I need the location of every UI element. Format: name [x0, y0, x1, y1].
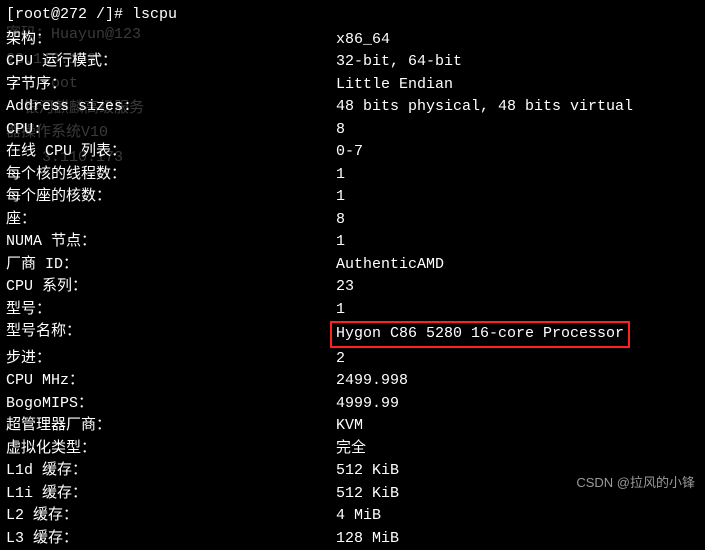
row-value: 8: [336, 119, 699, 142]
row-value: 1: [336, 164, 699, 187]
row-label: 虚拟化类型：: [6, 438, 336, 461]
output-row: 在线 CPU 列表：0-7: [6, 141, 699, 164]
row-value: 2: [336, 348, 699, 371]
row-label: BogoMIPS：: [6, 393, 336, 416]
output-row: CPU:8: [6, 119, 699, 142]
row-value: 32-bit, 64-bit: [336, 51, 699, 74]
output-row: CPU 运行模式：32-bit, 64-bit: [6, 51, 699, 74]
row-label: L1i 缓存：: [6, 483, 336, 506]
row-value: Little Endian: [336, 74, 699, 97]
row-label: L2 缓存：: [6, 505, 336, 528]
output-row: 每个核的线程数：1: [6, 164, 699, 187]
output-row: 架构：x86_64: [6, 29, 699, 52]
row-label: 型号名称：: [6, 321, 336, 348]
row-label: 每个核的线程数：: [6, 164, 336, 187]
output-row: 虚拟化类型：完全: [6, 438, 699, 461]
output-row: Address sizes:48 bits physical, 48 bits …: [6, 96, 699, 119]
row-label: 字节序：: [6, 74, 336, 97]
output-row: 字节序：Little Endian: [6, 74, 699, 97]
output-row: CPU MHz：2499.998: [6, 370, 699, 393]
highlighted-value: Hygon C86 5280 16-core Processor: [330, 321, 630, 348]
row-label: 超管理器厂商：: [6, 415, 336, 438]
row-value: 1: [336, 299, 699, 322]
row-value: 8: [336, 209, 699, 232]
row-value: 48 bits physical, 48 bits virtual: [336, 96, 699, 119]
row-label: CPU 运行模式：: [6, 51, 336, 74]
row-value: Hygon C86 5280 16-core Processor: [336, 321, 699, 348]
row-label: 步进：: [6, 348, 336, 371]
row-value: 128 MiB: [336, 528, 699, 550]
output-row: BogoMIPS：4999.99: [6, 393, 699, 416]
output-row: NUMA 节点：1: [6, 231, 699, 254]
output-row: 超管理器厂商：KVM: [6, 415, 699, 438]
row-label: CPU MHz：: [6, 370, 336, 393]
row-value: 1: [336, 231, 699, 254]
output-row: 步进：2: [6, 348, 699, 371]
row-value: x86_64: [336, 29, 699, 52]
row-label: 座：: [6, 209, 336, 232]
output-row: 每个座的核数：1: [6, 186, 699, 209]
row-value: 2499.998: [336, 370, 699, 393]
row-value: AuthenticAMD: [336, 254, 699, 277]
row-label: 厂商 ID：: [6, 254, 336, 277]
row-label: CPU:: [6, 119, 336, 142]
row-label: NUMA 节点：: [6, 231, 336, 254]
output-row: 型号名称：Hygon C86 5280 16-core Processor: [6, 321, 699, 348]
row-label: CPU 系列：: [6, 276, 336, 299]
row-value: 23: [336, 276, 699, 299]
row-label: L3 缓存：: [6, 528, 336, 550]
row-label: 在线 CPU 列表：: [6, 141, 336, 164]
row-label: 每个座的核数：: [6, 186, 336, 209]
output-row: 型号：1: [6, 299, 699, 322]
output-row: L3 缓存：128 MiB: [6, 528, 699, 550]
row-value: 4 MiB: [336, 505, 699, 528]
row-value: 0-7: [336, 141, 699, 164]
output-row: L2 缓存：4 MiB: [6, 505, 699, 528]
row-label: Address sizes:: [6, 96, 336, 119]
watermark: CSDN @拉风的小锋: [576, 473, 695, 493]
shell-prompt: [root@272 /]# lscpu: [6, 4, 699, 27]
row-value: 4999.99: [336, 393, 699, 416]
row-value: 完全: [336, 438, 699, 461]
row-value: KVM: [336, 415, 699, 438]
output-row: 座：8: [6, 209, 699, 232]
output-row: 厂商 ID：AuthenticAMD: [6, 254, 699, 277]
row-label: L1d 缓存：: [6, 460, 336, 483]
row-label: 架构：: [6, 29, 336, 52]
output-row: CPU 系列：23: [6, 276, 699, 299]
row-label: 型号：: [6, 299, 336, 322]
row-value: 1: [336, 186, 699, 209]
